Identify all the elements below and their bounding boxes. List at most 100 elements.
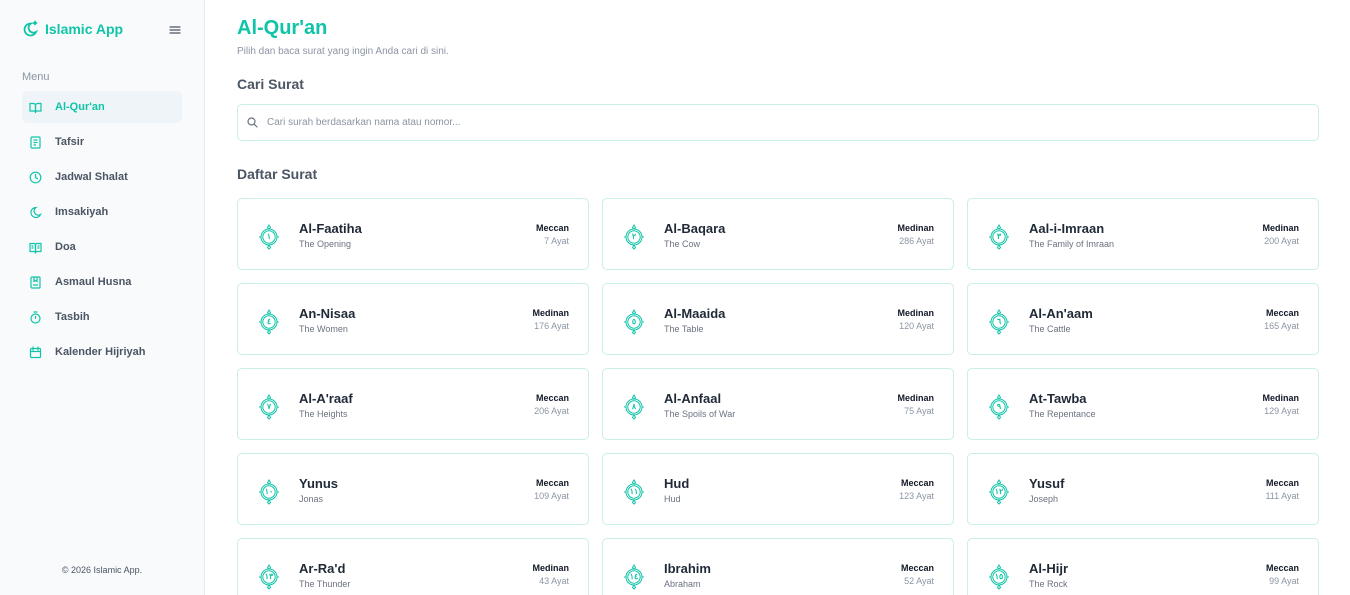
sidebar-item-kalender-hijriyah[interactable]: Kalender Hijriyah [22, 336, 182, 368]
menu-heading: Menu [22, 71, 50, 83]
surah-card[interactable]: ٥ Al-Maaida The Table Medinan 120 Ayat [602, 283, 954, 355]
sidebar: Islamic App Menu Al-Qur'an Tafsir Jadwal… [0, 0, 205, 595]
surah-meaning: The Spoils of War [664, 409, 736, 419]
surah-number: ٩ [996, 402, 1002, 411]
surah-ayat-count: 75 Ayat [904, 406, 934, 416]
surah-number-badge: ١٤ [623, 564, 645, 590]
surah-meaning: The Table [664, 324, 704, 334]
surah-name: Ibrahim [664, 561, 711, 576]
hamburger-icon [169, 26, 181, 34]
book-bookmark-icon [29, 275, 42, 289]
surah-name: At-Tawba [1029, 391, 1087, 406]
menu-toggle-button[interactable] [169, 23, 181, 35]
surah-number-badge: ١٣ [258, 564, 280, 590]
search-box[interactable] [237, 104, 1319, 141]
sidebar-item-tafsir[interactable]: Tafsir [22, 126, 182, 158]
surah-card[interactable]: ٣ Aal-i-Imraan The Family of Imraan Medinan… [967, 198, 1319, 270]
sidebar-item-imsakiyah[interactable]: Imsakiyah [22, 196, 182, 228]
surah-ayat-count: 123 Ayat [899, 491, 934, 501]
sidebar-nav: Al-Qur'an Tafsir Jadwal Shalat Imsakiyah… [22, 91, 182, 371]
surah-meaning: The Rock [1029, 579, 1068, 589]
surah-number: ١ [266, 232, 272, 241]
sidebar-item-al-quran[interactable]: Al-Qur'an [22, 91, 182, 123]
surah-meaning: Hud [664, 494, 681, 504]
surah-name: Aal-i-Imraan [1029, 221, 1105, 236]
surah-ayat-count: 111 Ayat [1265, 491, 1299, 501]
surah-meaning: The Cattle [1029, 324, 1071, 334]
surah-number: ١٤ [629, 572, 639, 581]
sidebar-item-asmaul-husna[interactable]: Asmaul Husna [22, 266, 182, 298]
surah-ayat-count: 200 Ayat [1264, 236, 1299, 246]
book-open-icon [29, 101, 42, 114]
sidebar-item-tasbih[interactable]: Tasbih [22, 301, 182, 333]
surah-type: Medinan [532, 308, 569, 318]
surah-card[interactable]: ١٤ Ibrahim Abraham Meccan 52 Ayat [602, 538, 954, 595]
surah-card[interactable]: ١١ Hud Hud Meccan 123 Ayat [602, 453, 954, 525]
surah-ayat-count: 52 Ayat [904, 576, 934, 586]
surah-type: Medinan [897, 393, 934, 403]
surah-meaning: The Thunder [299, 579, 351, 589]
page-subtitle: Pilih dan baca surat yang ingin Anda car… [237, 46, 449, 57]
surah-type: Meccan [1265, 308, 1299, 318]
surah-number-badge: ١١ [623, 479, 645, 505]
surah-card[interactable]: ١٥ Al-Hijr The Rock Meccan 99 Ayat [967, 538, 1319, 595]
page-title: Al-Qur'an [237, 17, 328, 39]
surah-name: Al-Maaida [664, 306, 726, 321]
surah-number: ٨ [631, 402, 637, 411]
surah-meaning: Abraham [664, 579, 701, 589]
surah-card[interactable]: ٧ Al-A'raaf The Heights Meccan 206 Ayat [237, 368, 589, 440]
surah-type: Medinan [1262, 393, 1299, 403]
surah-number-badge: ٩ [988, 394, 1010, 420]
sidebar-item-label: Tasbih [55, 311, 90, 323]
surah-name: Ar-Ra'd [299, 561, 346, 576]
search-input[interactable] [267, 117, 1267, 128]
surah-card[interactable]: ١٣ Ar-Ra'd The Thunder Medinan 43 Ayat [237, 538, 589, 595]
clock-icon [29, 171, 42, 184]
surah-number-badge: ١ [258, 224, 280, 250]
surah-meaning: The Cow [664, 239, 701, 249]
surah-number-badge: ٢ [623, 224, 645, 250]
surah-number-badge: ١٥ [988, 564, 1010, 590]
surah-card[interactable]: ١٠ Yunus Jonas Meccan 109 Ayat [237, 453, 589, 525]
surah-name: An-Nisaa [299, 306, 356, 321]
surah-number: ١٢ [994, 487, 1004, 496]
brand[interactable]: Islamic App [22, 20, 123, 38]
surah-card[interactable]: ١ Al-Faatiha The Opening Meccan 7 Ayat [237, 198, 589, 270]
sidebar-item-doa[interactable]: Doa [22, 231, 182, 263]
sidebar-item-label: Kalender Hijriyah [55, 346, 146, 358]
surah-card[interactable]: ٩ At-Tawba The Repentance Medinan 129 Ayat [967, 368, 1319, 440]
surah-meaning: The Heights [299, 409, 348, 419]
surah-ayat-count: 99 Ayat [1269, 576, 1299, 586]
surah-type: Medinan [532, 563, 569, 573]
surah-type: Meccan [1265, 563, 1299, 573]
sidebar-item-label: Doa [55, 241, 76, 253]
surah-ayat-count: 109 Ayat [534, 491, 569, 501]
surah-type: Medinan [897, 308, 934, 318]
sidebar-item-jadwal-shalat[interactable]: Jadwal Shalat [22, 161, 182, 193]
surah-name: Yunus [299, 476, 339, 491]
surah-card[interactable]: ٢ Al-Baqara The Cow Medinan 286 Ayat [602, 198, 954, 270]
surah-ayat-count: 120 Ayat [899, 321, 934, 331]
surah-number-badge: ٦ [988, 309, 1010, 335]
surah-number: ٣ [996, 232, 1002, 241]
surah-card[interactable]: ٦ Al-An'aam The Cattle Meccan 165 Ayat [967, 283, 1319, 355]
surah-ayat-count: 286 Ayat [899, 236, 934, 246]
surah-type: Meccan [535, 223, 569, 233]
calendar-icon [29, 345, 42, 359]
surah-ayat-count: 165 Ayat [1264, 321, 1299, 331]
surah-name: Hud [664, 476, 690, 491]
surah-ayat-count: 129 Ayat [1264, 406, 1299, 416]
surah-name: Al-Hijr [1029, 561, 1068, 576]
surah-number: ٤ [266, 317, 272, 326]
copyright: © 2026 Islamic App. [61, 565, 143, 575]
surah-meaning: The Family of Imraan [1029, 239, 1115, 249]
surah-type: Meccan [1265, 478, 1299, 488]
surah-meaning: The Opening [299, 239, 352, 249]
surah-type: Medinan [897, 223, 934, 233]
surah-card[interactable]: ٨ Al-Anfaal The Spoils of War Medinan 75 Aya… [602, 368, 954, 440]
surah-type: Meccan [535, 393, 569, 403]
surah-card[interactable]: ٤ An-Nisaa The Women Medinan 176 Ayat [237, 283, 589, 355]
surah-card[interactable]: ١٢ Yusuf Joseph Meccan 111 Ayat [967, 453, 1319, 525]
surah-number: ١٠ [264, 487, 274, 496]
surah-number-badge: ٤ [258, 309, 280, 335]
